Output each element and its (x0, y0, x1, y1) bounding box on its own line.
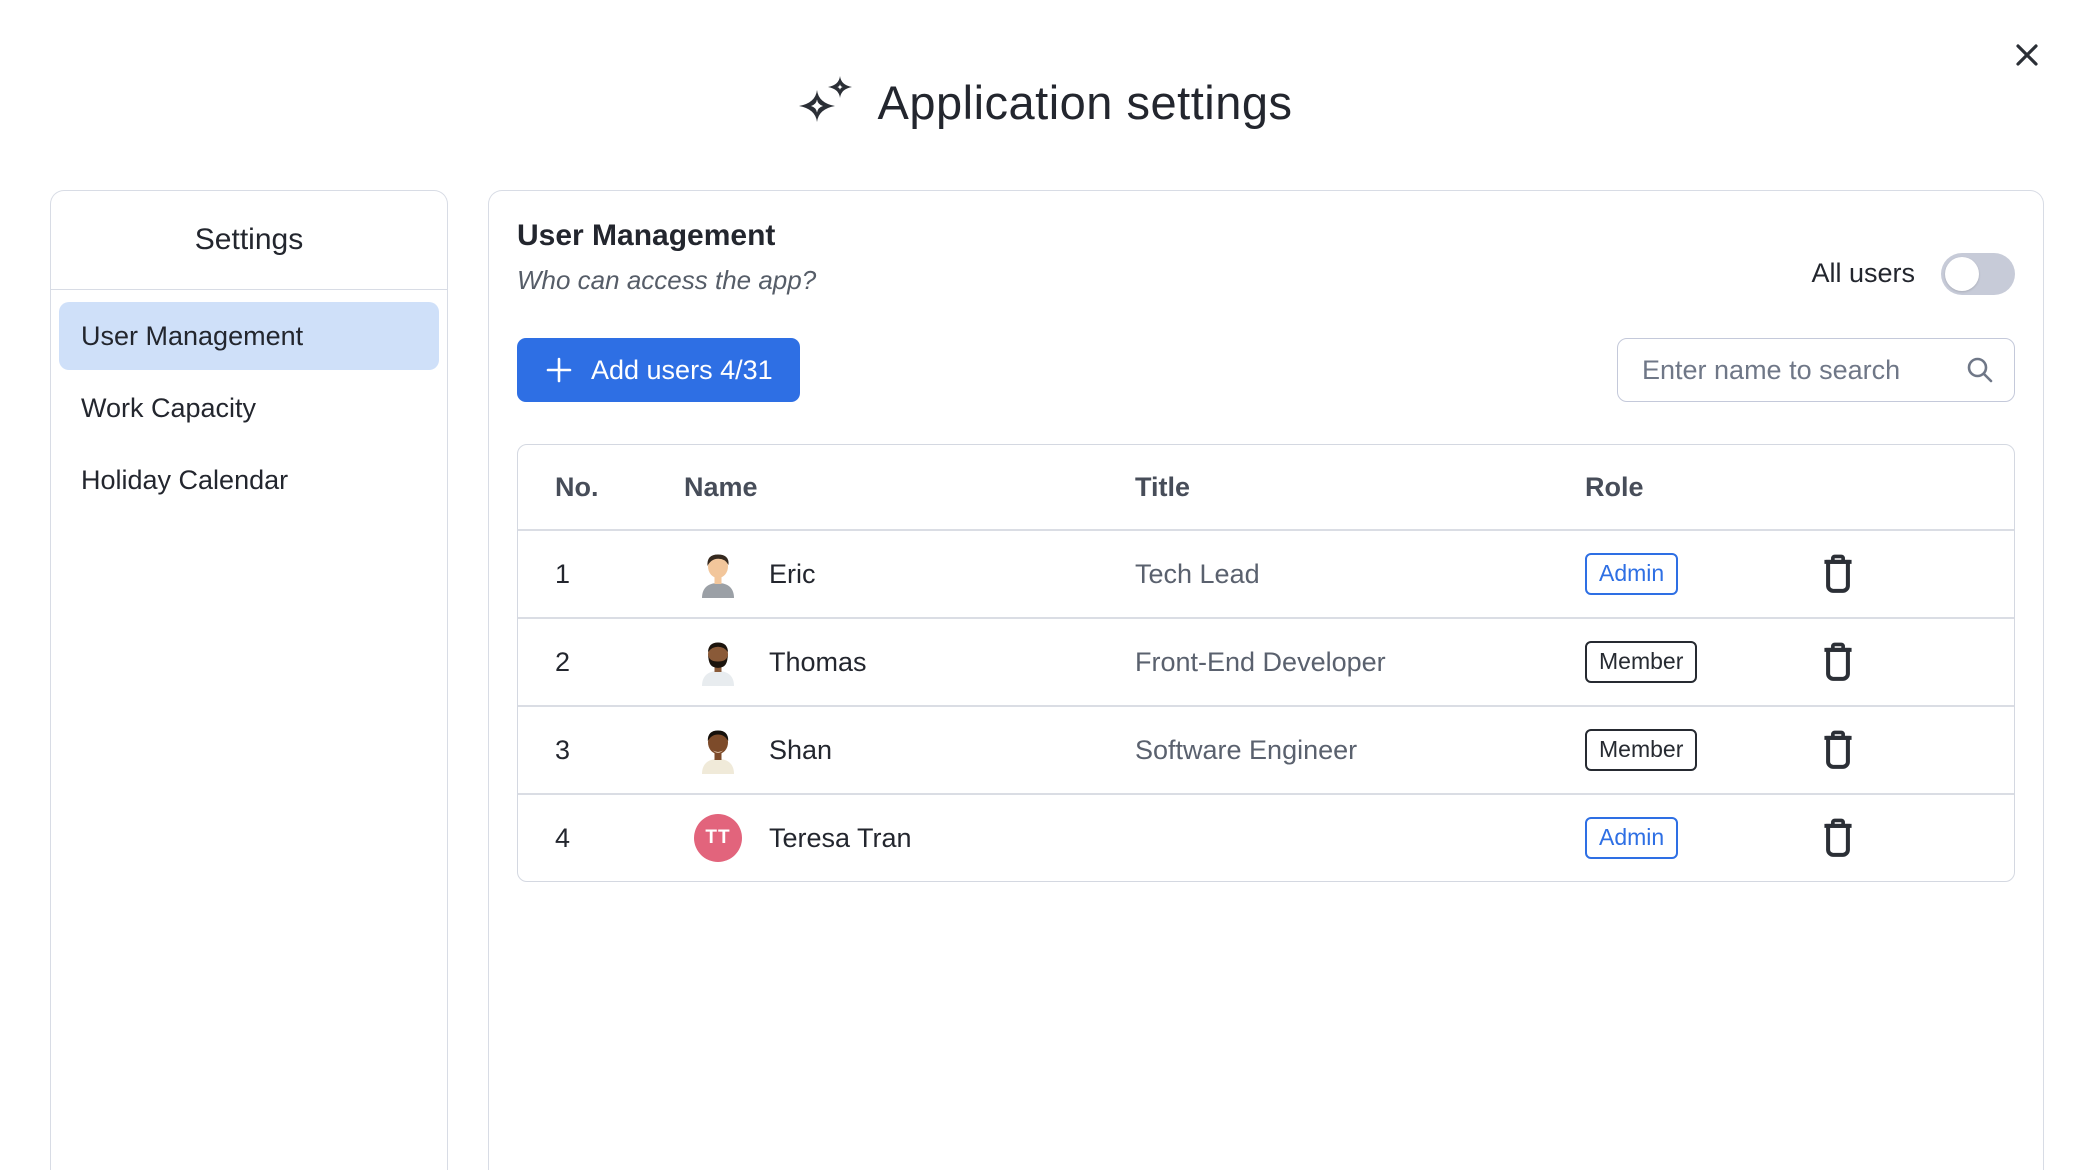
sidebar-item-work-capacity[interactable]: Work Capacity (59, 374, 439, 442)
sidebar-item-user-management[interactable]: User Management (59, 302, 439, 370)
sidebar-item-label: Holiday Calendar (81, 465, 288, 496)
trash-icon (1816, 728, 1860, 772)
avatar (694, 550, 742, 598)
all-users-toggle[interactable] (1941, 253, 2015, 295)
toggle-knob (1945, 257, 1979, 291)
sidebar-item-label: Work Capacity (81, 393, 256, 424)
user-title: Front-End Developer (1098, 647, 1548, 678)
delete-user-button[interactable] (1815, 727, 1861, 773)
sidebar-title: Settings (51, 191, 447, 290)
user-title: Software Engineer (1098, 735, 1548, 766)
row-number: 1 (518, 559, 648, 590)
search-box (1617, 338, 2015, 402)
table-row: 1 Eric Tech Lead Admin (518, 529, 2014, 617)
close-button[interactable] (2008, 36, 2046, 74)
table-row: 3 Shan Software Engineer Member (518, 705, 2014, 793)
section-title: User Management (517, 219, 816, 253)
table-row: 2 Thomas Front-End Developer Member (518, 617, 2014, 705)
trash-icon (1816, 640, 1860, 684)
delete-user-button[interactable] (1815, 551, 1861, 597)
user-management-panel: User Management Who can access the app? … (488, 190, 2044, 1170)
user-name: Thomas (769, 647, 867, 678)
all-users-label: All users (1811, 258, 1915, 289)
search-icon (1964, 354, 1996, 386)
delete-user-button[interactable] (1815, 639, 1861, 685)
row-number: 3 (518, 735, 648, 766)
search-input[interactable] (1642, 355, 1964, 386)
role-badge[interactable]: Admin (1585, 553, 1678, 595)
sidebar-item-holiday-calendar[interactable]: Holiday Calendar (59, 446, 439, 514)
user-name: Shan (769, 735, 832, 766)
add-users-label: Add users 4/31 (591, 355, 773, 386)
row-number: 4 (518, 823, 648, 854)
trash-icon (1816, 816, 1860, 860)
table-row: 4 TT Teresa Tran Admin (518, 793, 2014, 881)
add-users-button[interactable]: Add users 4/31 (517, 338, 800, 402)
dialog-header: Application settings (0, 0, 2086, 134)
user-name: Teresa Tran (769, 823, 912, 854)
user-name: Eric (769, 559, 816, 590)
column-header-name: Name (648, 472, 1098, 503)
delete-user-button[interactable] (1815, 815, 1861, 861)
page-title: Application settings (878, 75, 1293, 130)
sparkles-icon (794, 70, 858, 134)
role-badge[interactable]: Admin (1585, 817, 1678, 859)
plus-icon (544, 355, 574, 385)
avatar: TT (694, 814, 742, 862)
role-badge[interactable]: Member (1585, 729, 1697, 771)
section-subtitle: Who can access the app? (517, 265, 816, 296)
user-title: Tech Lead (1098, 559, 1548, 590)
close-icon (2012, 40, 2042, 70)
trash-icon (1816, 552, 1860, 596)
settings-sidebar: Settings User Management Work Capacity H… (50, 190, 448, 1170)
users-table: No. Name Title Role 1 Eric (517, 444, 2015, 882)
column-header-no: No. (518, 472, 648, 503)
column-header-title: Title (1098, 472, 1548, 503)
column-header-role: Role (1548, 472, 1768, 503)
role-badge[interactable]: Member (1585, 641, 1697, 683)
table-header-row: No. Name Title Role (518, 445, 2014, 529)
avatar (694, 726, 742, 774)
sidebar-nav: User Management Work Capacity Holiday Ca… (51, 290, 447, 530)
sidebar-item-label: User Management (81, 321, 303, 352)
row-number: 2 (518, 647, 648, 678)
avatar (694, 638, 742, 686)
